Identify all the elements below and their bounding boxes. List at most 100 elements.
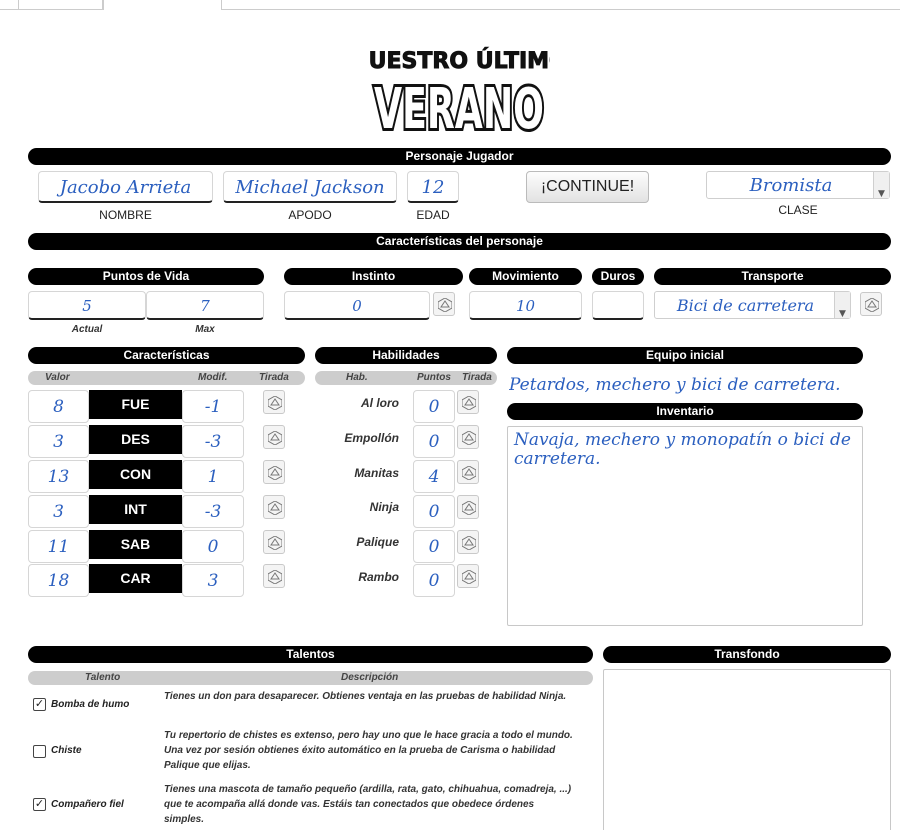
- tab-2-active[interactable]: [103, 0, 222, 10]
- skill-palique-label: Palique: [356, 535, 399, 549]
- sab-label: SAB: [89, 530, 182, 559]
- transport-select[interactable]: Bici de carretera ▼: [654, 291, 851, 319]
- col-talent-label: Talento: [85, 672, 121, 683]
- skill-palique-points[interactable]: 0: [413, 530, 455, 563]
- characteristics-header: Características: [28, 347, 305, 364]
- instinct-header: Instinto: [284, 268, 463, 285]
- chevron-down-icon: ▼: [839, 309, 846, 319]
- skill-manitas-label: Manitas: [354, 466, 399, 480]
- dice-icon: [268, 536, 282, 550]
- skill-manitas-points[interactable]: 4: [413, 460, 455, 493]
- checkmark-icon: ✓: [34, 698, 45, 710]
- logo-line2: VERANO: [374, 77, 544, 138]
- skill-empollon-roll-button[interactable]: [457, 425, 479, 449]
- int-modifier-field[interactable]: -3: [182, 495, 244, 528]
- con-modifier-field[interactable]: 1: [182, 460, 244, 493]
- instinct-roll-button[interactable]: [433, 292, 455, 316]
- skill-empollon-points[interactable]: 0: [413, 425, 455, 458]
- car-roll-button[interactable]: [263, 564, 285, 588]
- int-value-field[interactable]: 3: [28, 495, 89, 528]
- talent-chiste-description: Tu repertorio de chistes es extenso, per…: [164, 730, 573, 771]
- fue-value-field[interactable]: 8: [28, 390, 89, 423]
- age-label: EDAD: [416, 208, 450, 222]
- hp-max-field[interactable]: 7: [146, 291, 264, 320]
- transport-dropdown-arrow[interactable]: ▼: [834, 292, 850, 319]
- dice-icon: [438, 298, 452, 312]
- skill-ninja-points[interactable]: 0: [413, 495, 455, 528]
- checkmark-icon: ✓: [34, 798, 45, 810]
- skills-header: Habilidades: [315, 347, 497, 364]
- skill-rambo-points[interactable]: 0: [413, 564, 455, 597]
- dice-icon: [462, 431, 476, 445]
- des-modifier-field[interactable]: -3: [182, 425, 244, 458]
- talent-companero-name: Compañero fiel: [51, 799, 124, 810]
- background-header: Transfondo: [603, 646, 891, 663]
- col-modifier-label: Modif.: [198, 372, 228, 383]
- transport-value: Bici de carretera: [676, 296, 815, 315]
- talents-header: Talentos: [28, 646, 593, 663]
- hp-max-label: Max: [195, 324, 215, 335]
- skill-al-loro-roll-button[interactable]: [457, 390, 479, 414]
- talent-bomba-checkbox[interactable]: ✓: [33, 698, 46, 711]
- car-value-field[interactable]: 18: [28, 564, 89, 597]
- talent-chiste-checkbox[interactable]: [33, 745, 46, 758]
- fue-modifier-field[interactable]: -1: [182, 390, 244, 423]
- dice-icon: [268, 501, 282, 515]
- characteristics-column-bar: Valor Modif. Tirada: [28, 371, 305, 385]
- con-label: CON: [89, 460, 182, 489]
- traits-section-header: Características del personaje: [28, 233, 891, 250]
- fue-label: FUE: [89, 390, 182, 419]
- dice-icon: [462, 466, 476, 480]
- dice-icon: [865, 298, 879, 312]
- logo-line1: NUESTRO ÚLTIMO: [368, 48, 550, 74]
- skill-al-loro-points[interactable]: 0: [413, 390, 455, 423]
- tab-1[interactable]: [18, 0, 103, 10]
- sab-roll-button[interactable]: [263, 530, 285, 554]
- dice-icon: [462, 501, 476, 515]
- class-select[interactable]: Bromista ▼: [706, 171, 890, 199]
- talent-companero-description: Tienes una mascota de tamaño pequeño (ar…: [164, 784, 572, 825]
- continue-button[interactable]: ¡CONTINUE!: [526, 171, 649, 203]
- car-modifier-field[interactable]: 3: [182, 564, 244, 597]
- sab-modifier-field[interactable]: 0: [182, 530, 244, 563]
- age-field[interactable]: 12: [407, 171, 459, 203]
- talent-companero-checkbox[interactable]: ✓: [33, 798, 46, 811]
- fue-roll-button[interactable]: [263, 390, 285, 414]
- instinct-field[interactable]: 0: [284, 291, 430, 320]
- col-points-label: Puntos: [417, 372, 451, 383]
- name-field[interactable]: Jacobo Arrieta: [38, 171, 213, 203]
- des-value-field[interactable]: 3: [28, 425, 89, 458]
- equipment-text[interactable]: Petardos, mechero y bici de carretera.: [509, 375, 863, 395]
- col-description-label: Descripción: [341, 672, 399, 683]
- int-roll-button[interactable]: [263, 495, 285, 519]
- con-roll-button[interactable]: [263, 460, 285, 484]
- hp-current-field[interactable]: 5: [28, 291, 146, 320]
- skill-palique-roll-button[interactable]: [457, 530, 479, 554]
- movement-header: Movimiento: [469, 268, 582, 285]
- skill-manitas-roll-button[interactable]: [457, 460, 479, 484]
- des-roll-button[interactable]: [263, 425, 285, 449]
- background-textarea[interactable]: [603, 669, 891, 830]
- class-dropdown-arrow[interactable]: ▼: [873, 172, 889, 199]
- sab-value-field[interactable]: 11: [28, 530, 89, 563]
- con-value-field[interactable]: 13: [28, 460, 89, 493]
- duros-header: Duros: [592, 268, 644, 285]
- dice-icon: [268, 570, 282, 584]
- skill-al-loro-label: Al loro: [361, 396, 399, 410]
- inventory-textarea[interactable]: Navaja, mechero y monopatín o bici de ca…: [507, 426, 863, 626]
- game-logo: NUESTRO ÚLTIMO VERANO: [350, 38, 569, 146]
- des-label: DES: [89, 425, 182, 454]
- name-label: NOMBRE: [99, 208, 152, 222]
- dice-icon: [268, 466, 282, 480]
- skill-ninja-roll-button[interactable]: [457, 495, 479, 519]
- transport-header: Transporte: [654, 268, 891, 285]
- duros-field[interactable]: [592, 291, 644, 320]
- movement-field[interactable]: 10: [469, 291, 582, 320]
- talent-bomba-description: Tienes un don para desaparecer. Obtienes…: [164, 691, 567, 702]
- skill-rambo-roll-button[interactable]: [457, 564, 479, 588]
- skill-ninja-label: Ninja: [369, 500, 399, 514]
- dice-icon: [268, 431, 282, 445]
- nickname-field[interactable]: Michael Jackson: [223, 171, 397, 203]
- transport-roll-button[interactable]: [860, 292, 882, 316]
- skill-empollon-label: Empollón: [344, 431, 399, 445]
